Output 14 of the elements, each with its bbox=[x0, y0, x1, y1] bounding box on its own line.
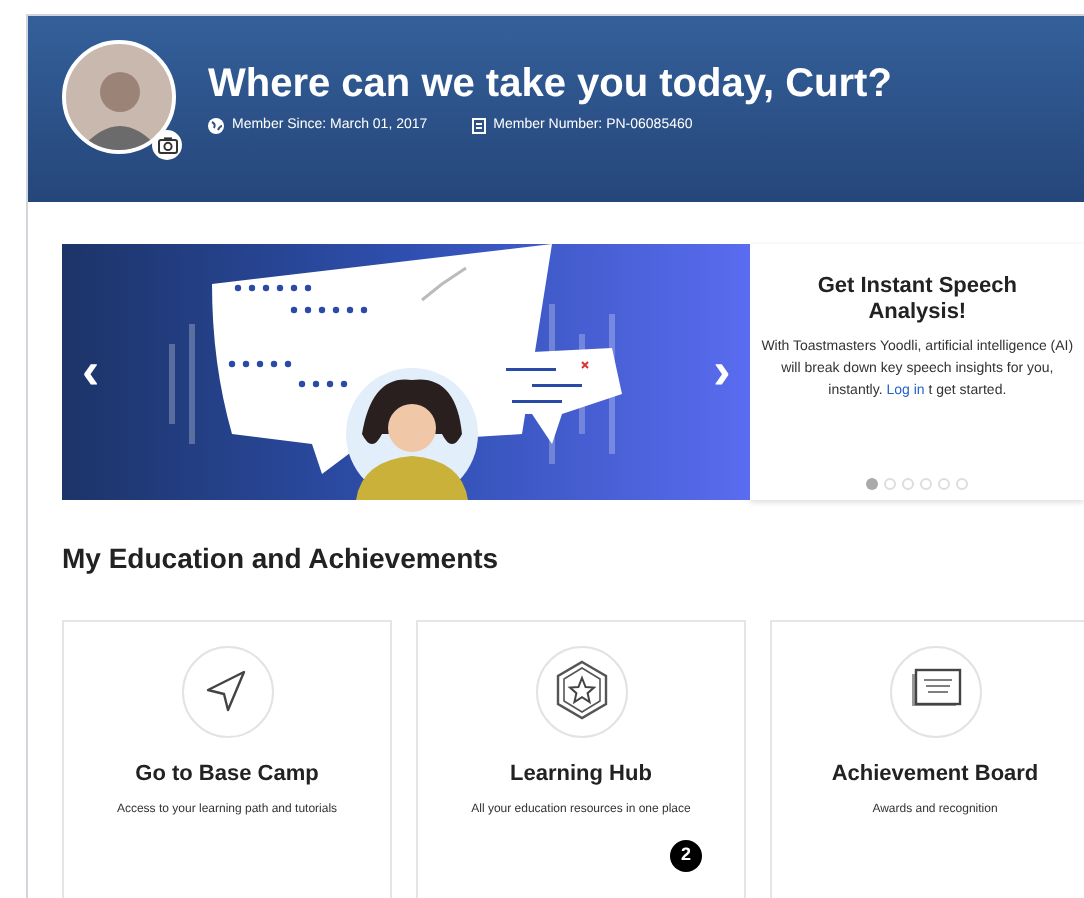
certificate-icon bbox=[889, 646, 981, 738]
globe-icon bbox=[208, 118, 224, 135]
star-badge-icon bbox=[535, 646, 627, 738]
previous-slide-button[interactable]: ‹ bbox=[82, 344, 100, 396]
camera-icon[interactable] bbox=[152, 130, 182, 160]
next-slide-button[interactable]: › bbox=[713, 344, 731, 396]
promo-title: Get Instant Speech Analysis! bbox=[815, 274, 1019, 326]
notification-badge: 2 bbox=[670, 840, 702, 872]
section-heading: My Education and Achievements bbox=[62, 540, 501, 578]
id-card-icon bbox=[471, 118, 486, 135]
card-title: Learning Hub bbox=[510, 760, 652, 790]
card-title: Achievement Board bbox=[831, 760, 1039, 790]
welcome-title: Where can we take you today, Curt? bbox=[208, 60, 892, 108]
card-title: Go to Base Camp bbox=[135, 760, 319, 790]
